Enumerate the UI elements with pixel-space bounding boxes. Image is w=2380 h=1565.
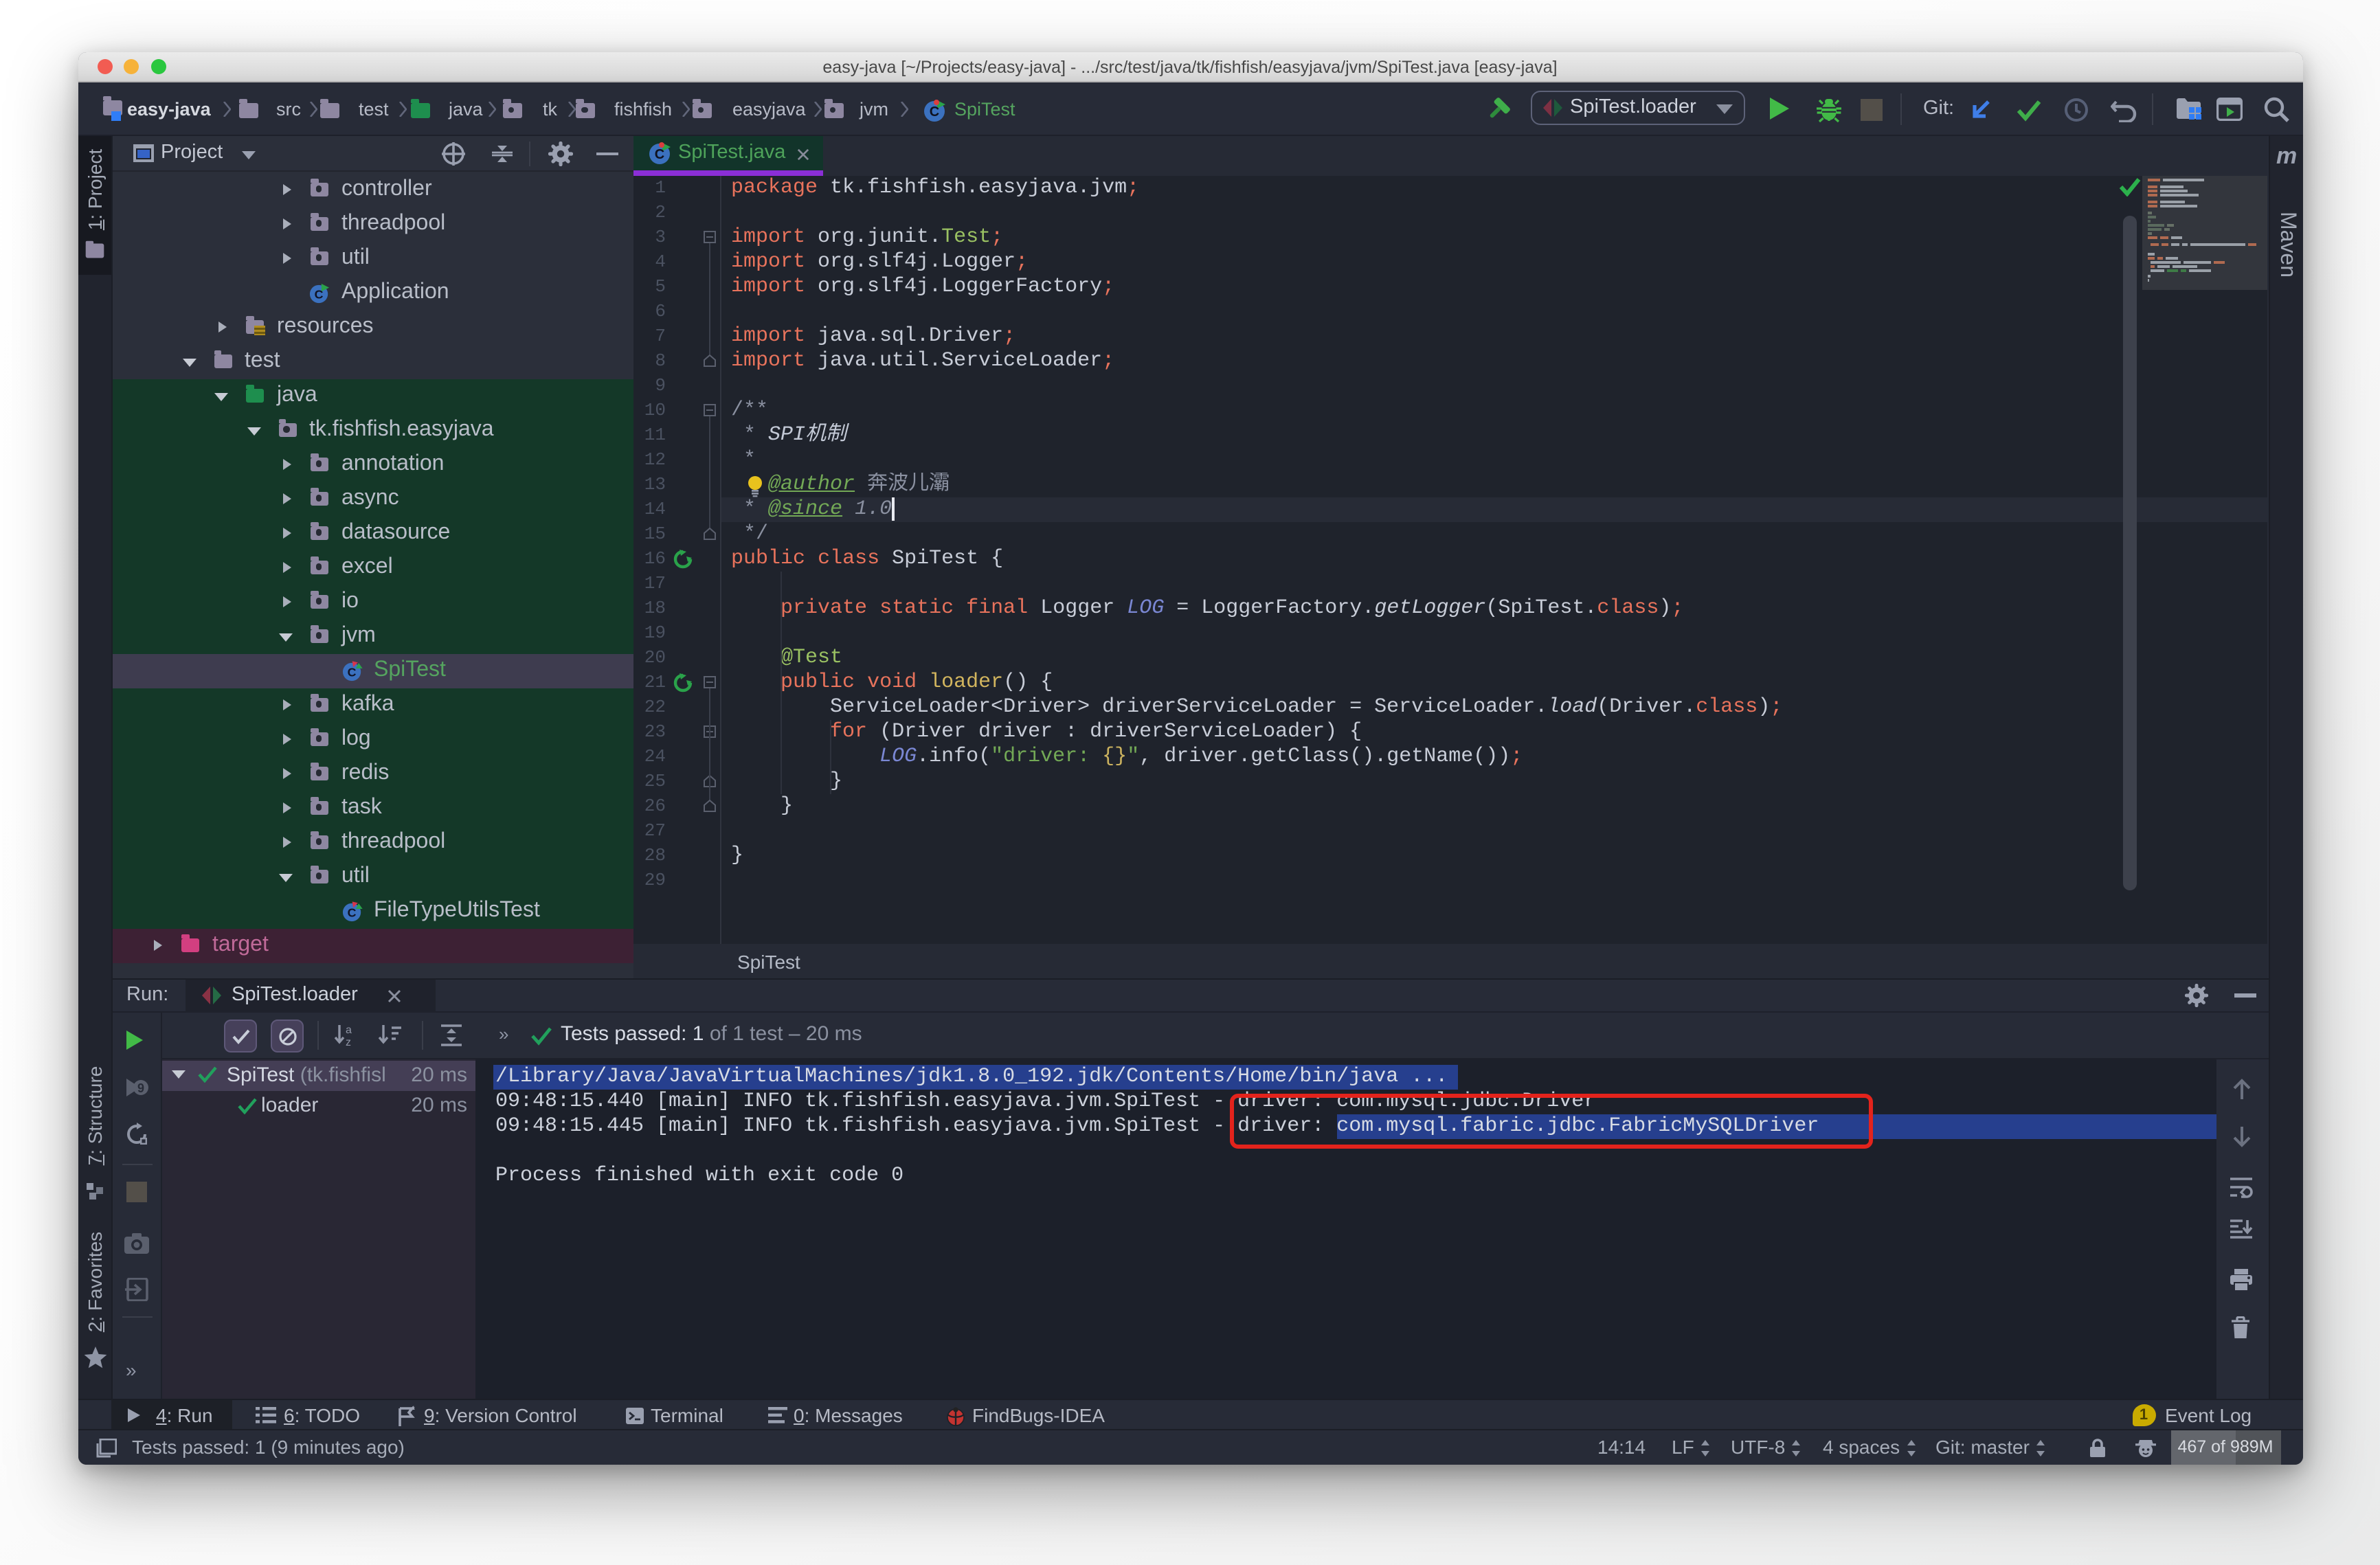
- svg-text:9: 9: [137, 1081, 144, 1094]
- svg-text:C: C: [929, 104, 939, 119]
- svg-text:C: C: [654, 147, 664, 162]
- svg-text:C: C: [315, 287, 324, 301]
- svg-text:C: C: [347, 665, 356, 679]
- svg-text:C: C: [347, 905, 356, 919]
- svg-text:a: a: [346, 1024, 352, 1036]
- svg-text:z: z: [346, 1037, 351, 1047]
